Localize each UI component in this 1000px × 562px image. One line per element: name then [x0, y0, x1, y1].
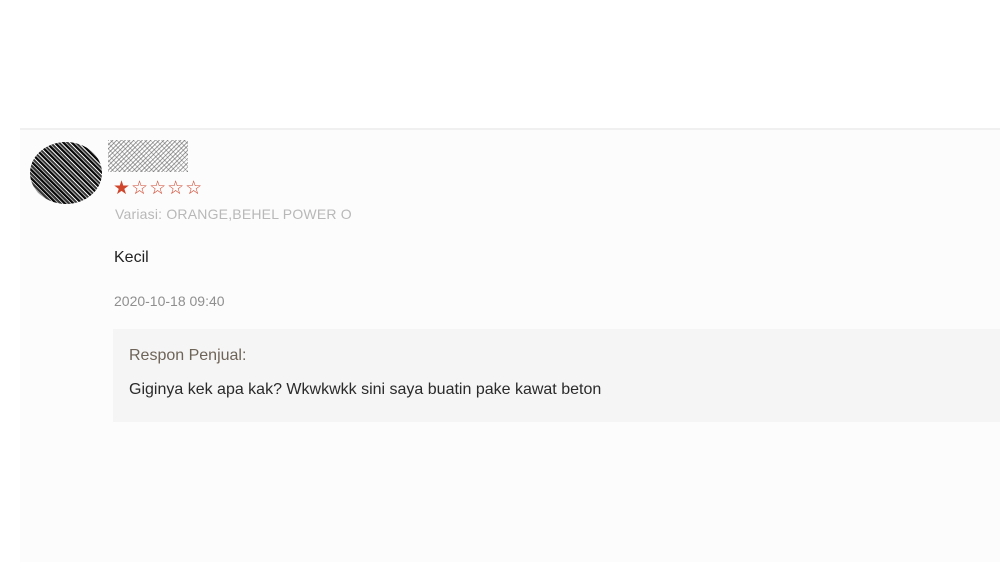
seller-response-text: Giginya kek apa kak? Wkwkwkk sini saya b…: [129, 381, 602, 398]
star-empty-icon: ☆☆☆☆: [131, 178, 204, 199]
star-rating: ★☆☆☆☆: [113, 178, 203, 200]
review-timestamp: 2020-10-18 09:40: [114, 293, 225, 309]
review-comment: Kecil: [114, 249, 149, 266]
seller-response-title: Respon Penjual:: [129, 347, 247, 364]
avatar[interactable]: [30, 142, 102, 204]
review-page: ★☆☆☆☆ Variasi: ORANGE,BEHEL POWER O Keci…: [0, 0, 1000, 562]
reviewer-name[interactable]: [108, 140, 188, 172]
seller-response: Respon Penjual: Giginya kek apa kak? Wkw…: [113, 329, 1000, 422]
star-filled-icon: ★: [113, 178, 132, 199]
variation-label: Variasi: ORANGE,BEHEL POWER O: [115, 206, 352, 222]
